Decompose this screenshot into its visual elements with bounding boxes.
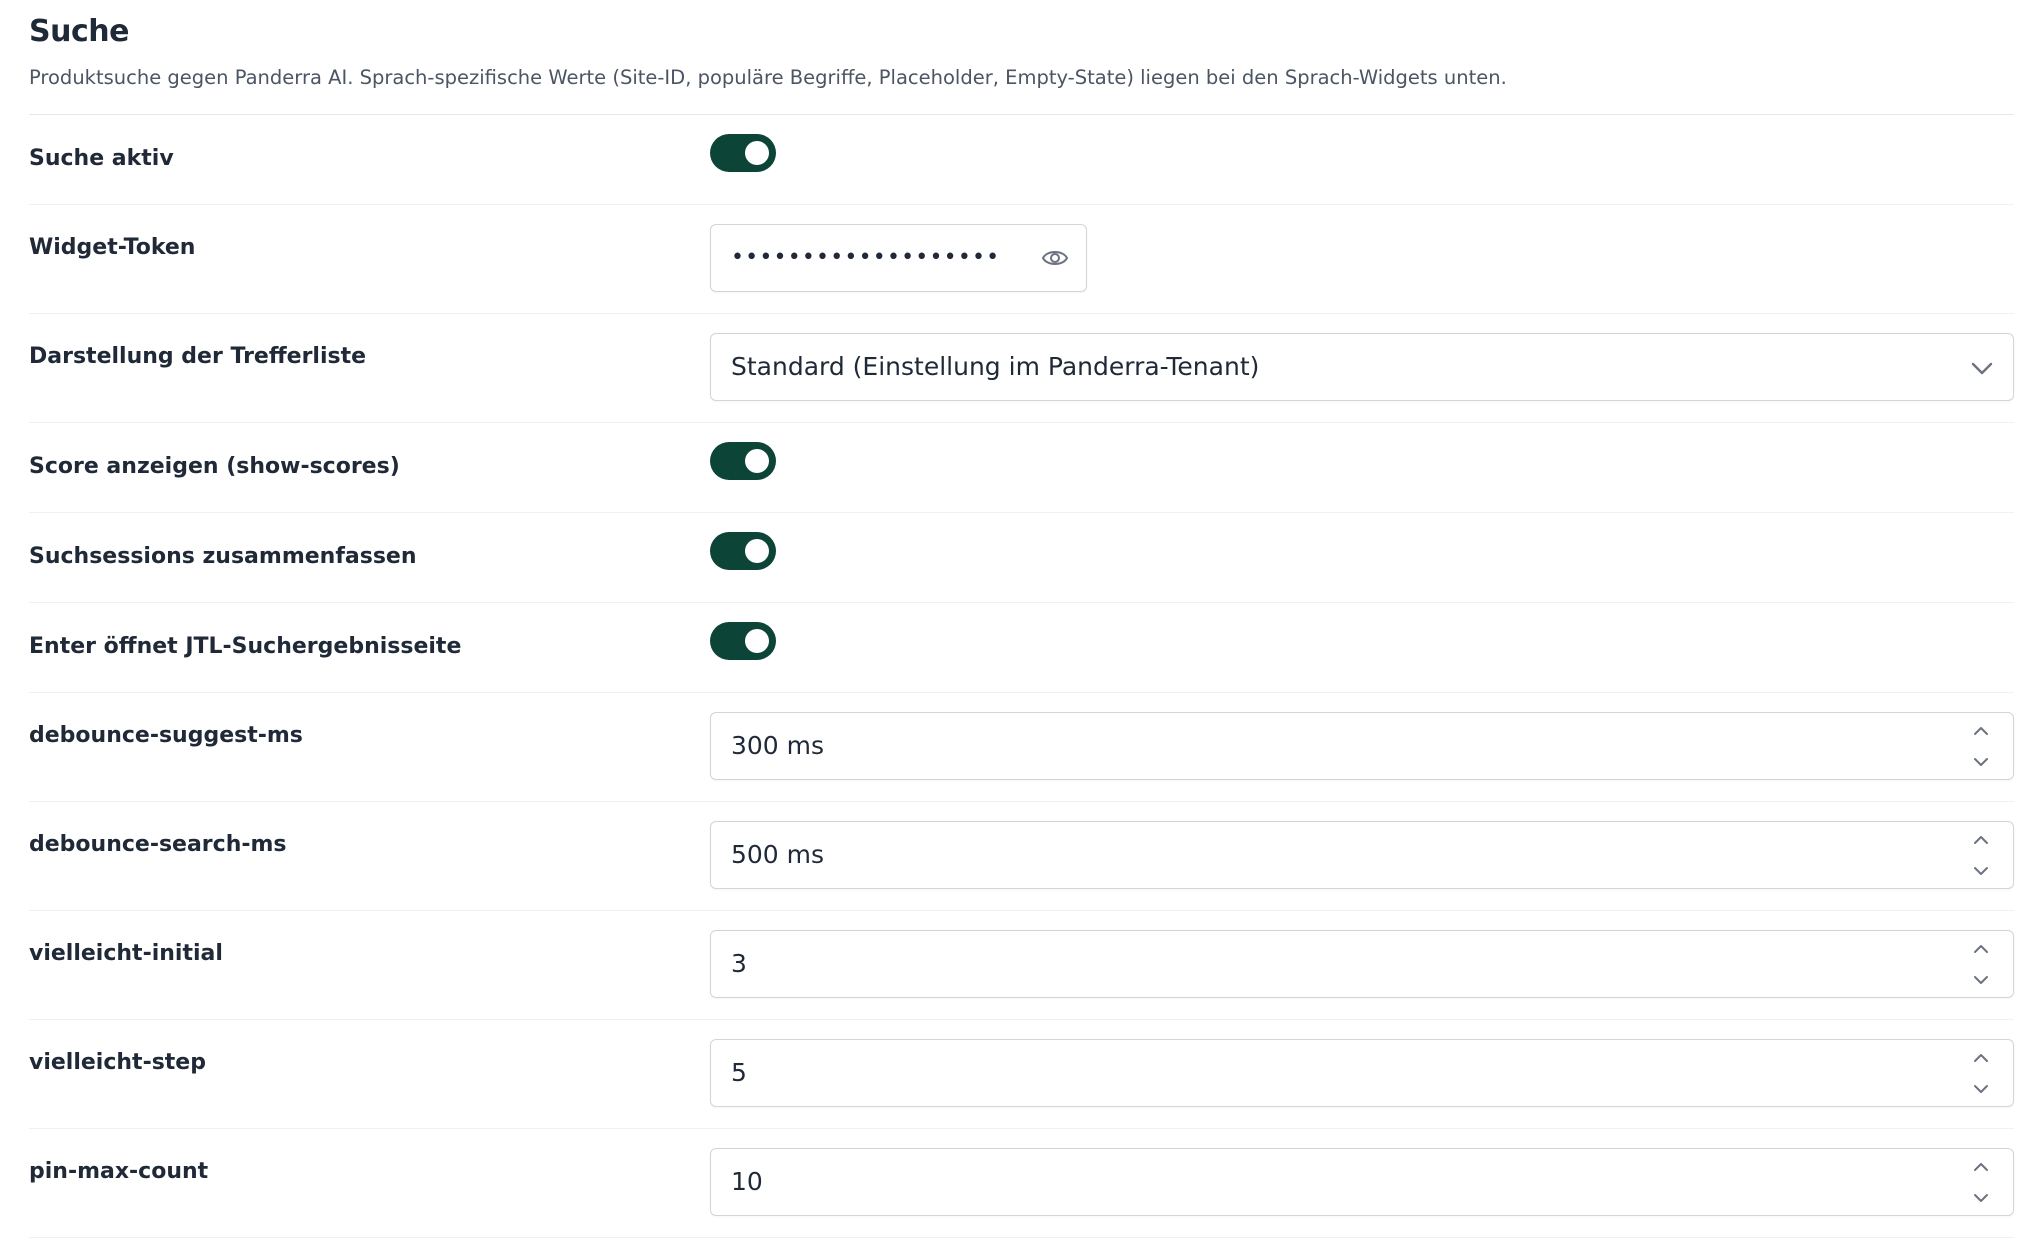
toggle-knob — [745, 629, 769, 653]
search-active-toggle[interactable] — [710, 134, 776, 172]
toggle-knob — [745, 141, 769, 165]
setting-row-debounce-search: debounce-search-ms 500 ms — [29, 802, 2014, 911]
show-scores-toggle[interactable] — [710, 442, 776, 480]
setting-label: Suche aktiv — [29, 146, 174, 171]
divider — [29, 1237, 2014, 1238]
chevron-up-icon[interactable] — [1971, 723, 1991, 739]
merge-sessions-toggle[interactable] — [710, 532, 776, 570]
input-value: 300 ms — [731, 731, 825, 760]
setting-label: Darstellung der Trefferliste — [29, 344, 367, 369]
chevron-down-icon[interactable] — [1971, 863, 1991, 879]
eye-icon[interactable] — [1041, 245, 1069, 271]
toggle-knob — [745, 539, 769, 563]
setting-row-merge-sessions: Suchsessions zusammenfassen — [29, 513, 2014, 603]
setting-row-pin-max-count: pin-max-count 10 — [29, 1129, 2014, 1238]
chevron-down-icon[interactable] — [1971, 972, 1991, 988]
setting-row-enter-opens-jtl: Enter öffnet JTL-Suchergebnisseite — [29, 603, 2014, 693]
setting-label: Widget-Token — [29, 235, 196, 260]
input-value: 10 — [731, 1167, 763, 1196]
setting-label: vielleicht-initial — [29, 941, 223, 966]
section-description: Produktsuche gegen Panderra AI. Sprach-s… — [29, 66, 1507, 89]
chevron-down-icon[interactable] — [1971, 1190, 1991, 1206]
masked-token-value: ••••••••••••••••••• — [731, 245, 1001, 270]
chevron-up-icon[interactable] — [1971, 1050, 1991, 1066]
setting-label: debounce-search-ms — [29, 832, 287, 857]
setting-label: debounce-suggest-ms — [29, 723, 303, 748]
chevron-up-icon[interactable] — [1971, 1159, 1991, 1175]
setting-row-result-display: Darstellung der Trefferliste Standard (E… — [29, 314, 2014, 423]
result-display-select[interactable]: Standard (Einstellung im Panderra-Tenant… — [710, 333, 2014, 401]
chevron-up-icon[interactable] — [1971, 832, 1991, 848]
vielleicht-step-input[interactable]: 5 — [710, 1039, 2014, 1107]
setting-label: vielleicht-step — [29, 1050, 206, 1075]
setting-label: Suchsessions zusammenfassen — [29, 544, 417, 569]
setting-label: pin-max-count — [29, 1159, 209, 1184]
setting-row-debounce-suggest: debounce-suggest-ms 300 ms — [29, 693, 2014, 802]
setting-label: Score anzeigen (show-scores) — [29, 454, 400, 479]
input-value: 5 — [731, 1058, 747, 1087]
setting-row-vielleicht-initial: vielleicht-initial 3 — [29, 911, 2014, 1020]
chevron-down-icon[interactable] — [1971, 754, 1991, 770]
setting-row-widget-token: Widget-Token ••••••••••••••••••• — [29, 205, 2014, 314]
vielleicht-initial-input[interactable]: 3 — [710, 930, 2014, 998]
setting-row-search-active: Suche aktiv — [29, 115, 2014, 205]
enter-opens-jtl-toggle[interactable] — [710, 622, 776, 660]
setting-label: Enter öffnet JTL-Suchergebnisseite — [29, 634, 462, 659]
input-value: 500 ms — [731, 840, 825, 869]
select-value: Standard (Einstellung im Panderra-Tenant… — [731, 352, 1260, 381]
chevron-down-icon[interactable] — [1971, 1081, 1991, 1097]
setting-row-vielleicht-step: vielleicht-step 5 — [29, 1020, 2014, 1129]
setting-row-show-scores: Score anzeigen (show-scores) — [29, 423, 2014, 513]
debounce-search-input[interactable]: 500 ms — [710, 821, 2014, 889]
input-value: 3 — [731, 949, 747, 978]
toggle-knob — [745, 449, 769, 473]
widget-token-input[interactable]: ••••••••••••••••••• — [710, 224, 1087, 292]
debounce-suggest-input[interactable]: 300 ms — [710, 712, 2014, 780]
section-title: Suche — [29, 14, 129, 49]
chevron-up-icon[interactable] — [1971, 941, 1991, 957]
pin-max-count-input[interactable]: 10 — [710, 1148, 2014, 1216]
chevron-down-icon[interactable] — [1969, 356, 1995, 380]
